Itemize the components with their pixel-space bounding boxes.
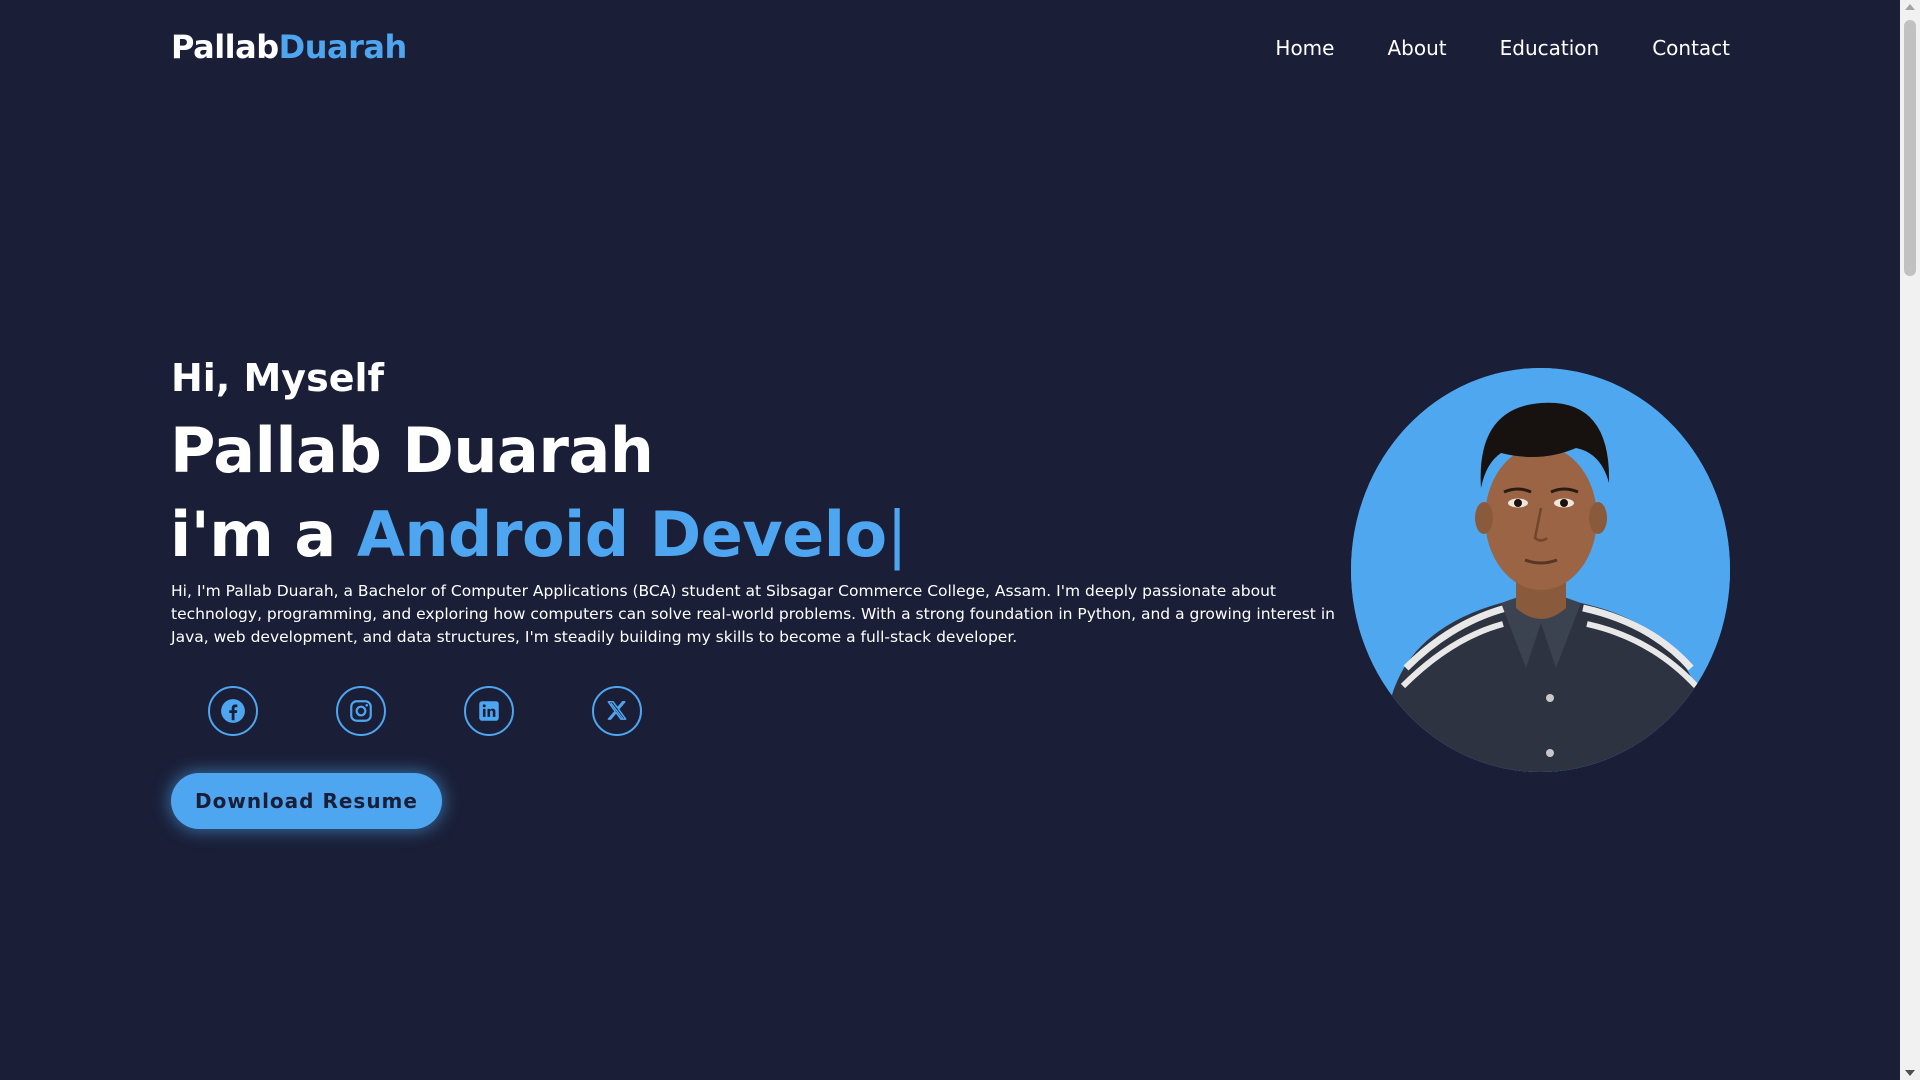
facebook-icon [221,699,245,723]
nav-education[interactable]: Education [1500,36,1600,60]
page-scrollbar[interactable] [1900,0,1920,1080]
scroll-down-arrow-icon[interactable] [1905,1070,1915,1076]
hero-name: Pallab Duarah [170,414,654,487]
facebook-link[interactable] [208,686,258,736]
site-logo[interactable]: PallabDuarah [171,28,407,66]
x-link[interactable] [592,686,642,736]
nav-contact[interactable]: Contact [1652,36,1730,60]
profile-photo [1351,368,1730,772]
nav-about[interactable]: About [1387,36,1446,60]
social-links [208,686,642,736]
logo-second-part: Duarah [278,28,408,66]
main-nav: Home About Education Contact [1275,36,1730,60]
page: PallabDuarah Home About Education Contac… [0,0,1900,1080]
typing-cursor: | [886,498,908,571]
hero-role: i'm a Android Develo| [170,498,907,571]
role-typed-text: Android Develo [356,498,887,571]
role-prefix: i'm a [170,498,357,571]
instagram-link[interactable] [336,686,386,736]
hero-greeting: Hi, Myself [171,356,385,400]
hero-description: Hi, I'm Pallab Duarah, a Bachelor of Com… [171,582,1335,646]
instagram-icon [350,700,372,722]
download-resume-button[interactable]: Download Resume [171,773,442,829]
scroll-up-arrow-icon[interactable] [1905,4,1915,10]
linkedin-icon [479,701,499,721]
nav-home[interactable]: Home [1275,36,1334,60]
x-icon [607,701,627,720]
linkedin-link[interactable] [464,686,514,736]
scroll-thumb[interactable] [1904,20,1916,276]
logo-first-part: Pallab [171,28,279,66]
profile-portrait-image [1351,368,1730,772]
